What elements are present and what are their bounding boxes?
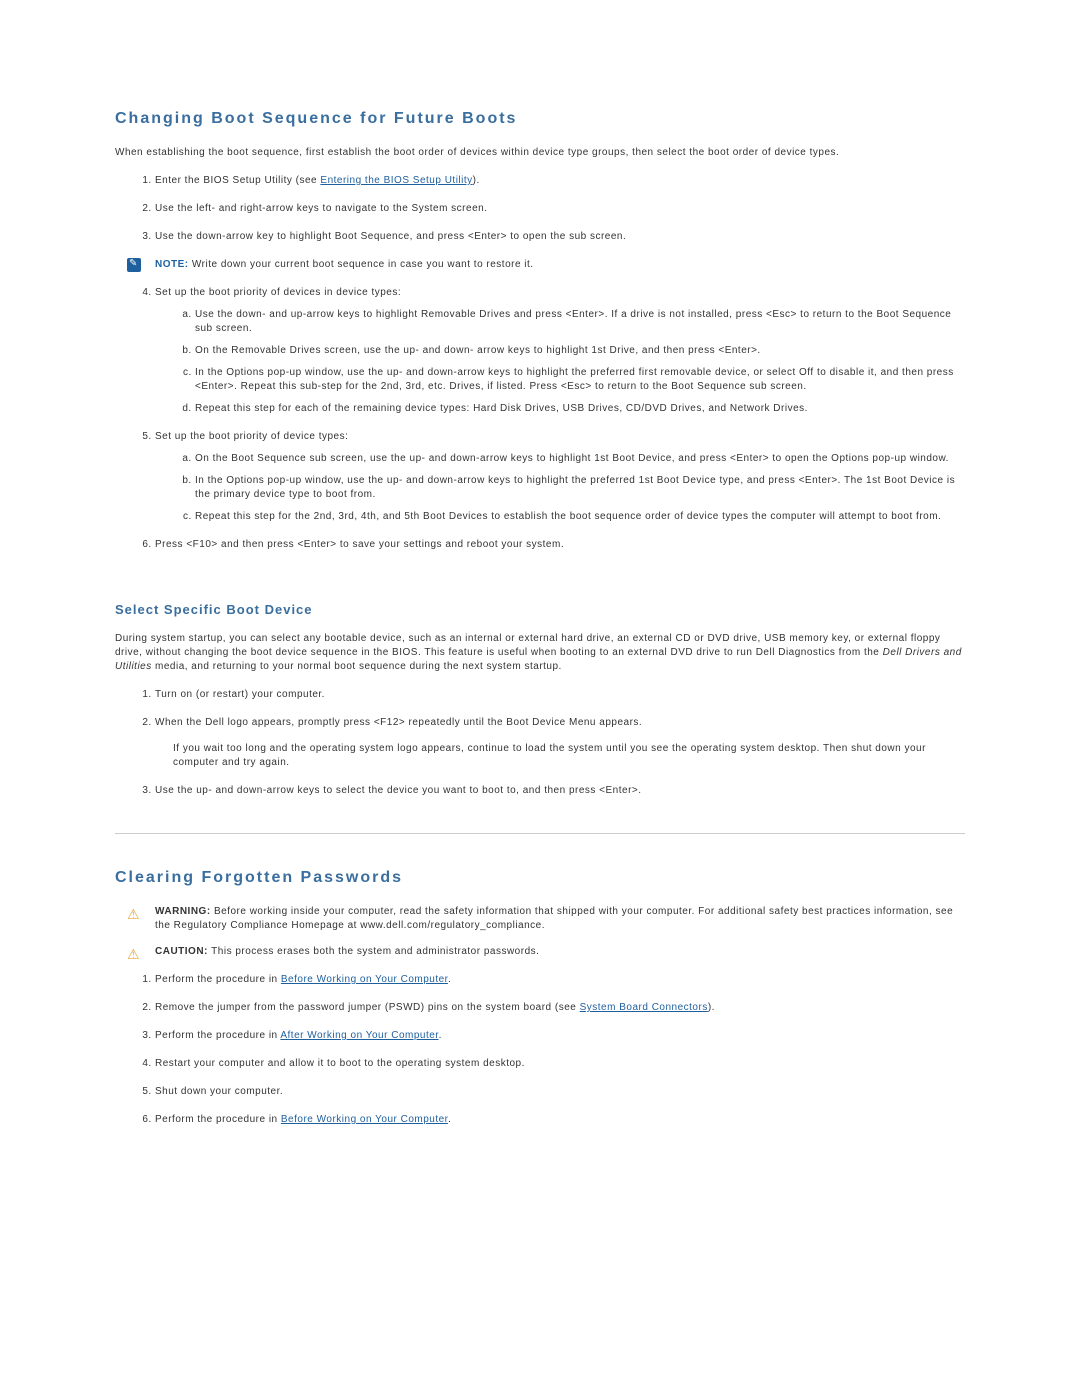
- cstep-6b: .: [448, 1114, 451, 1125]
- cstep-1: Perform the procedure in Before Working …: [155, 973, 965, 987]
- main-steps-list-cont: Set up the boot priority of devices in d…: [115, 286, 965, 552]
- cstep-4: Restart your computer and allow it to bo…: [155, 1057, 965, 1071]
- bstep-2-extra: If you wait too long and the operating s…: [173, 742, 965, 770]
- cstep-6: Perform the procedure in Before Working …: [155, 1113, 965, 1127]
- cstep-5: Shut down your computer.: [155, 1085, 965, 1099]
- warning-box: WARNING: Before working inside your comp…: [155, 905, 965, 933]
- cstep-3a: Perform the procedure in: [155, 1030, 280, 1041]
- cstep-3b: .: [439, 1030, 442, 1041]
- step-1-prefix: Enter the BIOS Setup Utility (see: [155, 175, 320, 186]
- cstep-1a: Perform the procedure in: [155, 974, 281, 985]
- note-body: Write down your current boot sequence in…: [192, 259, 534, 270]
- heading-clearing-passwords: Clearing Forgotten Passwords: [115, 869, 965, 887]
- step-4d: Repeat this step for each of the remaini…: [195, 402, 965, 416]
- step-5-sublist: On the Boot Sequence sub screen, use the…: [155, 452, 965, 524]
- cstep-2a: Remove the jumper from the password jump…: [155, 1002, 580, 1013]
- link-entering-bios[interactable]: Entering the BIOS Setup Utility: [320, 175, 472, 186]
- bstep-3: Use the up- and down-arrow keys to selec…: [155, 784, 965, 798]
- link-system-board-connectors[interactable]: System Board Connectors: [580, 1002, 708, 1013]
- heading-changing-boot-sequence: Changing Boot Sequence for Future Boots: [115, 110, 965, 128]
- note-box: NOTE: Write down your current boot seque…: [155, 258, 965, 272]
- step-5b: In the Options pop-up window, use the up…: [195, 474, 965, 502]
- divider: [115, 833, 965, 834]
- step-4: Set up the boot priority of devices in d…: [155, 286, 965, 416]
- step-4c: In the Options pop-up window, use the up…: [195, 366, 965, 394]
- step-5a: On the Boot Sequence sub screen, use the…: [195, 452, 965, 466]
- cstep-2b: ).: [708, 1002, 715, 1013]
- caution-label: CAUTION:: [155, 946, 211, 957]
- boot-device-steps: Turn on (or restart) your computer. When…: [115, 688, 965, 798]
- cstep-3: Perform the procedure in After Working o…: [155, 1029, 965, 1043]
- p-select-boot: During system startup, you can select an…: [115, 632, 965, 674]
- cstep-6a: Perform the procedure in: [155, 1114, 281, 1125]
- link-after-working[interactable]: After Working on Your Computer: [280, 1030, 438, 1041]
- caution-box: CAUTION: This process erases both the sy…: [155, 945, 965, 959]
- note-label: NOTE:: [155, 259, 192, 270]
- step-5c: Repeat this step for the 2nd, 3rd, 4th, …: [195, 510, 965, 524]
- step-1: Enter the BIOS Setup Utility (see Enteri…: [155, 174, 965, 188]
- heading-select-specific-boot: Select Specific Boot Device: [115, 602, 965, 617]
- bstep-1: Turn on (or restart) your computer.: [155, 688, 965, 702]
- p2-c: media, and returning to your normal boot…: [152, 661, 562, 672]
- step-4-text: Set up the boot priority of devices in d…: [155, 287, 401, 298]
- p2-a: During system startup, you can select an…: [115, 633, 940, 658]
- step-6: Press <F10> and then press <Enter> to sa…: [155, 538, 965, 552]
- warning-body: Before working inside your computer, rea…: [155, 906, 953, 931]
- bstep-2: When the Dell logo appears, promptly pre…: [155, 716, 965, 770]
- step-5-text: Set up the boot priority of device types…: [155, 431, 348, 442]
- step-4a: Use the down- and up-arrow keys to highl…: [195, 308, 965, 336]
- cstep-2: Remove the jumper from the password jump…: [155, 1001, 965, 1015]
- bstep-2-text: When the Dell logo appears, promptly pre…: [155, 717, 642, 728]
- step-4b: On the Removable Drives screen, use the …: [195, 344, 965, 358]
- link-before-working-1[interactable]: Before Working on Your Computer: [281, 974, 448, 985]
- step-1-suffix: ).: [473, 175, 480, 186]
- warning-label: WARNING:: [155, 906, 214, 917]
- cstep-1b: .: [448, 974, 451, 985]
- clearing-steps: Perform the procedure in Before Working …: [115, 973, 965, 1127]
- step-5: Set up the boot priority of device types…: [155, 430, 965, 524]
- link-before-working-2[interactable]: Before Working on Your Computer: [281, 1114, 448, 1125]
- step-2: Use the left- and right-arrow keys to na…: [155, 202, 965, 216]
- step-4-sublist: Use the down- and up-arrow keys to highl…: [155, 308, 965, 416]
- intro-paragraph: When establishing the boot sequence, fir…: [115, 146, 965, 160]
- main-steps-list: Enter the BIOS Setup Utility (see Enteri…: [115, 174, 965, 244]
- caution-body: This process erases both the system and …: [211, 946, 539, 957]
- step-3: Use the down-arrow key to highlight Boot…: [155, 230, 965, 244]
